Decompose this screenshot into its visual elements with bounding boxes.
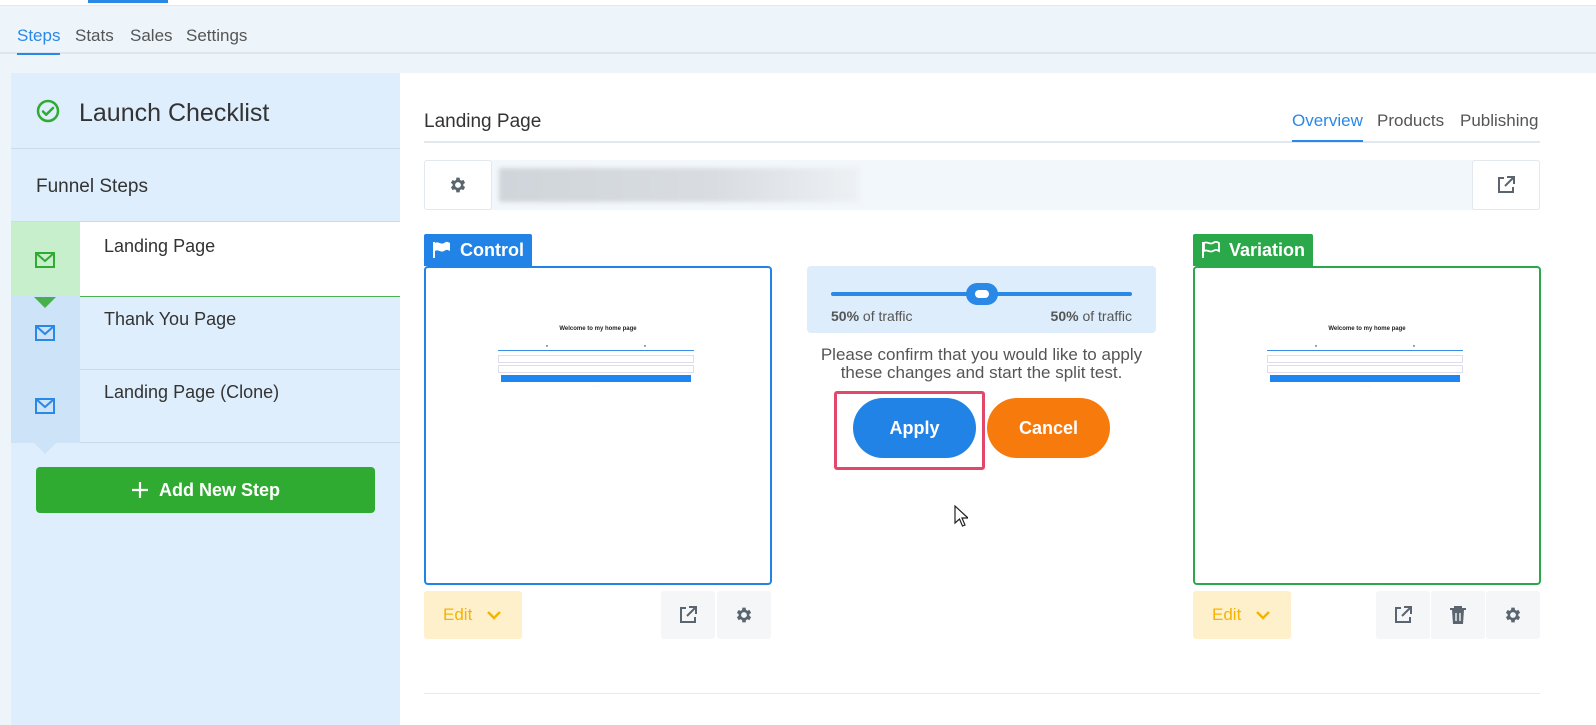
control-traffic-suffix: of traffic bbox=[862, 308, 913, 324]
plus-icon bbox=[131, 482, 148, 498]
control-settings-button[interactable] bbox=[717, 591, 771, 639]
variation-tag: Variation bbox=[1193, 234, 1314, 266]
funnel-steps-label: Funnel Steps bbox=[36, 176, 148, 197]
mail-icon bbox=[35, 398, 55, 414]
control-tag: Control bbox=[424, 234, 532, 266]
thumbnail-input bbox=[498, 355, 694, 363]
control-edit-button[interactable]: Edit bbox=[424, 591, 522, 639]
bottom-divider bbox=[424, 693, 1540, 694]
checklist-title: Launch Checklist bbox=[79, 99, 270, 127]
control-traffic-percent: 50% bbox=[831, 308, 860, 324]
variation-settings-button[interactable] bbox=[1486, 591, 1540, 639]
variation-preview-card[interactable]: Welcome to my home page ● ● · · · · · · · bbox=[1193, 266, 1541, 585]
mail-icon bbox=[35, 325, 55, 341]
variation-edit-button[interactable]: Edit bbox=[1193, 591, 1291, 639]
confirm-line-1: Please confirm that you would like to ap… bbox=[820, 345, 1143, 364]
thumbnail-divider bbox=[1267, 350, 1463, 351]
thumbnail-title: Welcome to my home page bbox=[559, 326, 637, 332]
external-link-icon bbox=[1395, 606, 1412, 623]
launch-checklist[interactable]: Launch Checklist bbox=[11, 73, 406, 149]
open-page-button[interactable] bbox=[1472, 160, 1540, 210]
thumbnail-footer: · · · · · · · bbox=[590, 384, 602, 388]
control-traffic-text: 50% of traffic bbox=[831, 308, 912, 324]
thumbnail-steps: ● ● bbox=[1314, 343, 1416, 348]
page-settings-button[interactable] bbox=[424, 160, 492, 210]
thumbnail-divider bbox=[498, 350, 694, 351]
chevron-down-icon bbox=[1256, 611, 1271, 620]
step-pointer bbox=[34, 370, 56, 381]
flag-outline-icon bbox=[1202, 241, 1220, 258]
thumbnail-footer: · · · · · · · bbox=[1359, 384, 1371, 388]
thumbnail-input bbox=[1267, 355, 1463, 363]
tab-overview[interactable]: Overview bbox=[1292, 111, 1363, 142]
split-test-confirm-message: Please confirm that you would like to ap… bbox=[807, 346, 1156, 382]
external-link-icon bbox=[680, 606, 697, 623]
variation-delete-button[interactable] bbox=[1431, 591, 1485, 639]
mouse-cursor-icon bbox=[954, 505, 968, 527]
control-open-button[interactable] bbox=[661, 591, 715, 639]
top-tabs: Steps Stats Sales Settings bbox=[0, 6, 1596, 55]
step-label: Thank You Page bbox=[104, 309, 237, 329]
mail-icon bbox=[35, 252, 55, 268]
control-tag-label: Control bbox=[460, 239, 524, 260]
thumbnail-input bbox=[498, 365, 694, 373]
page-title: Landing Page bbox=[424, 111, 542, 132]
variation-traffic-suffix: of traffic bbox=[1082, 308, 1132, 324]
check-circle-icon bbox=[36, 99, 60, 123]
thumbnail-button bbox=[1270, 375, 1460, 382]
control-page-thumbnail: Welcome to my home page ● ● · · · · · · · bbox=[498, 326, 698, 401]
gear-icon bbox=[450, 177, 466, 193]
top-accent-bar bbox=[88, 0, 168, 3]
traffic-split-panel: 50% of traffic 50% of traffic bbox=[807, 266, 1156, 333]
step-icon-column bbox=[11, 222, 80, 308]
tab-stats[interactable]: Stats bbox=[75, 26, 114, 46]
tab-steps[interactable]: Steps bbox=[17, 26, 61, 55]
variation-tag-label: Variation bbox=[1229, 239, 1306, 260]
trash-icon bbox=[1450, 606, 1466, 624]
thumbnail-title: Welcome to my home page bbox=[1328, 326, 1406, 332]
gear-icon bbox=[736, 607, 752, 623]
flag-icon bbox=[433, 241, 450, 258]
step-label: Landing Page bbox=[104, 236, 216, 256]
tab-publishing[interactable]: Publishing bbox=[1460, 111, 1538, 131]
traffic-slider-handle[interactable] bbox=[965, 283, 998, 305]
funnel-step-thank-you-page[interactable]: Thank You Page bbox=[11, 295, 406, 381]
thumbnail-button bbox=[501, 375, 691, 382]
variation-page-thumbnail: Welcome to my home page ● ● · · · · · · · bbox=[1267, 326, 1467, 401]
cancel-button[interactable]: Cancel bbox=[987, 398, 1110, 458]
gear-icon bbox=[1505, 607, 1521, 623]
thumbnail-input bbox=[1267, 365, 1463, 373]
funnel-steps-heading: Funnel Steps bbox=[11, 149, 406, 222]
blurred-url-field bbox=[499, 168, 859, 202]
step-pointer bbox=[34, 297, 56, 308]
step-pointer bbox=[34, 443, 56, 454]
tab-settings[interactable]: Settings bbox=[186, 26, 247, 46]
thumbnail-steps: ● ● bbox=[545, 343, 647, 348]
control-edit-label: Edit bbox=[443, 605, 473, 624]
confirm-line-2: these changes and start the split test. bbox=[840, 363, 1123, 382]
step-label: Landing Page (Clone) bbox=[104, 382, 280, 402]
control-preview-card[interactable]: Welcome to my home page ● ● · · · · · · · bbox=[424, 266, 772, 585]
chevron-down-icon bbox=[487, 611, 502, 620]
variation-open-button[interactable] bbox=[1376, 591, 1430, 639]
add-new-step-label: Add New Step bbox=[158, 479, 280, 500]
main-panel: Landing Page Overview Products Publishin… bbox=[400, 73, 1596, 725]
apply-button[interactable]: Apply bbox=[853, 398, 976, 458]
funnel-step-landing-page[interactable]: Landing Page bbox=[11, 222, 406, 308]
tab-sales[interactable]: Sales bbox=[130, 26, 173, 46]
variation-traffic-percent: 50% bbox=[1050, 308, 1079, 324]
variation-edit-label: Edit bbox=[1212, 605, 1242, 624]
add-new-step-button[interactable]: Add New Step bbox=[36, 467, 375, 513]
variation-traffic-text: 50% of traffic bbox=[1051, 308, 1132, 324]
page-header: Landing Page Overview Products Publishin… bbox=[424, 73, 1540, 143]
external-link-icon bbox=[1498, 176, 1515, 193]
tab-products[interactable]: Products bbox=[1377, 111, 1444, 131]
funnel-step-landing-page-clone[interactable]: Landing Page (Clone) bbox=[11, 368, 406, 454]
sidebar: Launch Checklist Funnel Steps Landing Pa… bbox=[11, 73, 406, 725]
page-url-bar bbox=[424, 160, 1540, 210]
